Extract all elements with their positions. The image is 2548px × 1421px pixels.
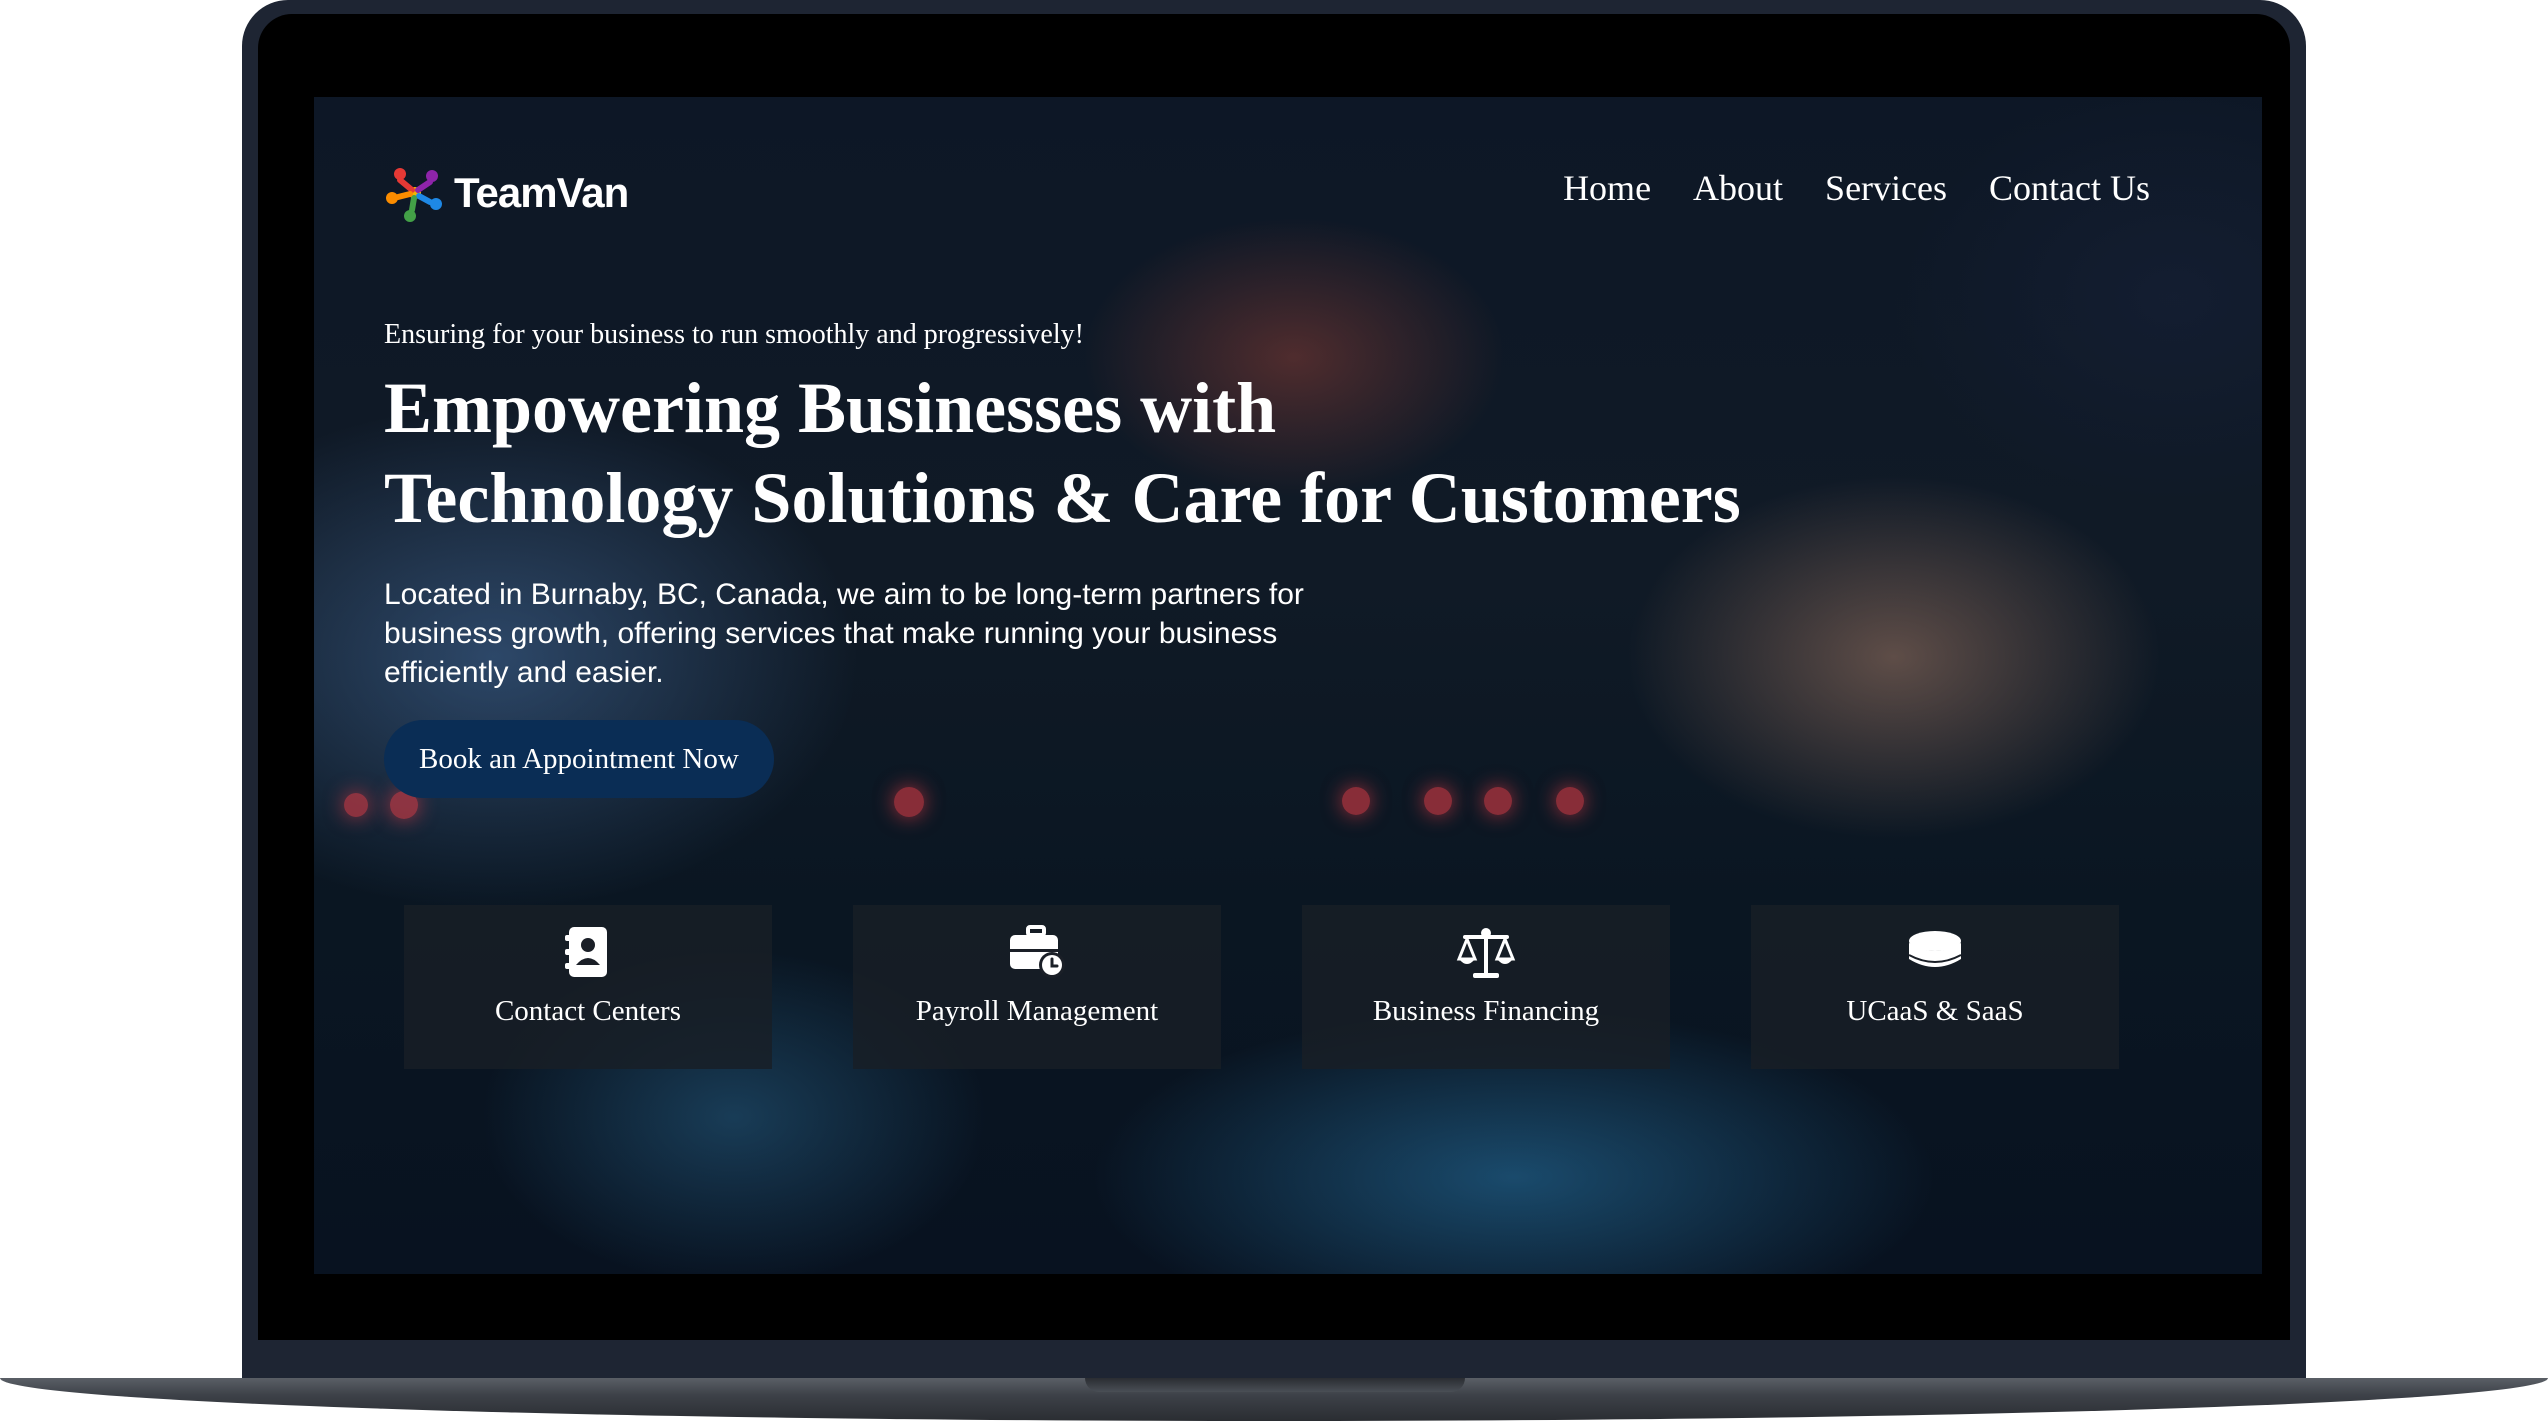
- service-label: Payroll Management: [915, 995, 1159, 1027]
- service-card-business-financing[interactable]: Business Financing: [1302, 905, 1670, 1069]
- service-card-payroll-management[interactable]: Payroll Management: [853, 905, 1221, 1069]
- hero-intro: Located in Burnaby, BC, Canada, we aim t…: [384, 578, 1304, 689]
- service-label: Contact Centers: [494, 995, 682, 1027]
- nav-home[interactable]: Home: [1563, 167, 1651, 209]
- decorative-chart-dot: [894, 787, 924, 817]
- book-appointment-button[interactable]: Book an Appointment Now: [384, 720, 774, 798]
- nav-services[interactable]: Services: [1825, 167, 1947, 209]
- decorative-chart-dot: [1342, 787, 1370, 815]
- briefcase-clock-icon: [1010, 925, 1065, 978]
- nav-contact-us[interactable]: Contact Us: [1989, 167, 2150, 209]
- scale-balance-icon: [1456, 928, 1516, 978]
- address-book-icon: [565, 927, 607, 977]
- service-card-ucaas-saas[interactable]: UCaaS & SaaS: [1751, 905, 2119, 1069]
- database-icon: [1908, 931, 1962, 967]
- decorative-chart-dot: [344, 793, 368, 817]
- hero-tagline: Ensuring for your business to run smooth…: [384, 319, 1084, 350]
- teamvan-people-logo-icon: [386, 168, 442, 222]
- hero-headline-line1: Empowering Businesses with: [384, 368, 1277, 448]
- decorative-chart-dot: [1556, 787, 1584, 815]
- decorative-chart-dot: [1484, 787, 1512, 815]
- services-row: Contact Centers Payroll Management Busin…: [404, 905, 2119, 1069]
- hero-headline-line2: Technology Solutions & Care for Customer…: [384, 458, 1741, 538]
- hero-headline: Empowering Businesses with Technology So…: [384, 363, 1884, 543]
- main-navigation: Home About Services Contact Us: [1563, 167, 2150, 209]
- brand-name: TeamVan: [454, 169, 629, 216]
- website-screen: TeamVan Home About Services Contact Us E…: [314, 97, 2262, 1274]
- service-label: Business Financing: [1372, 995, 1600, 1027]
- service-label: UCaaS & SaaS: [1846, 995, 2024, 1027]
- nav-about[interactable]: About: [1693, 167, 1783, 209]
- decorative-chart-dot: [1424, 787, 1452, 815]
- laptop-hinge-notch: [1085, 1378, 1465, 1392]
- service-card-contact-centers[interactable]: Contact Centers: [404, 905, 772, 1069]
- site-logo[interactable]: TeamVan: [384, 162, 629, 224]
